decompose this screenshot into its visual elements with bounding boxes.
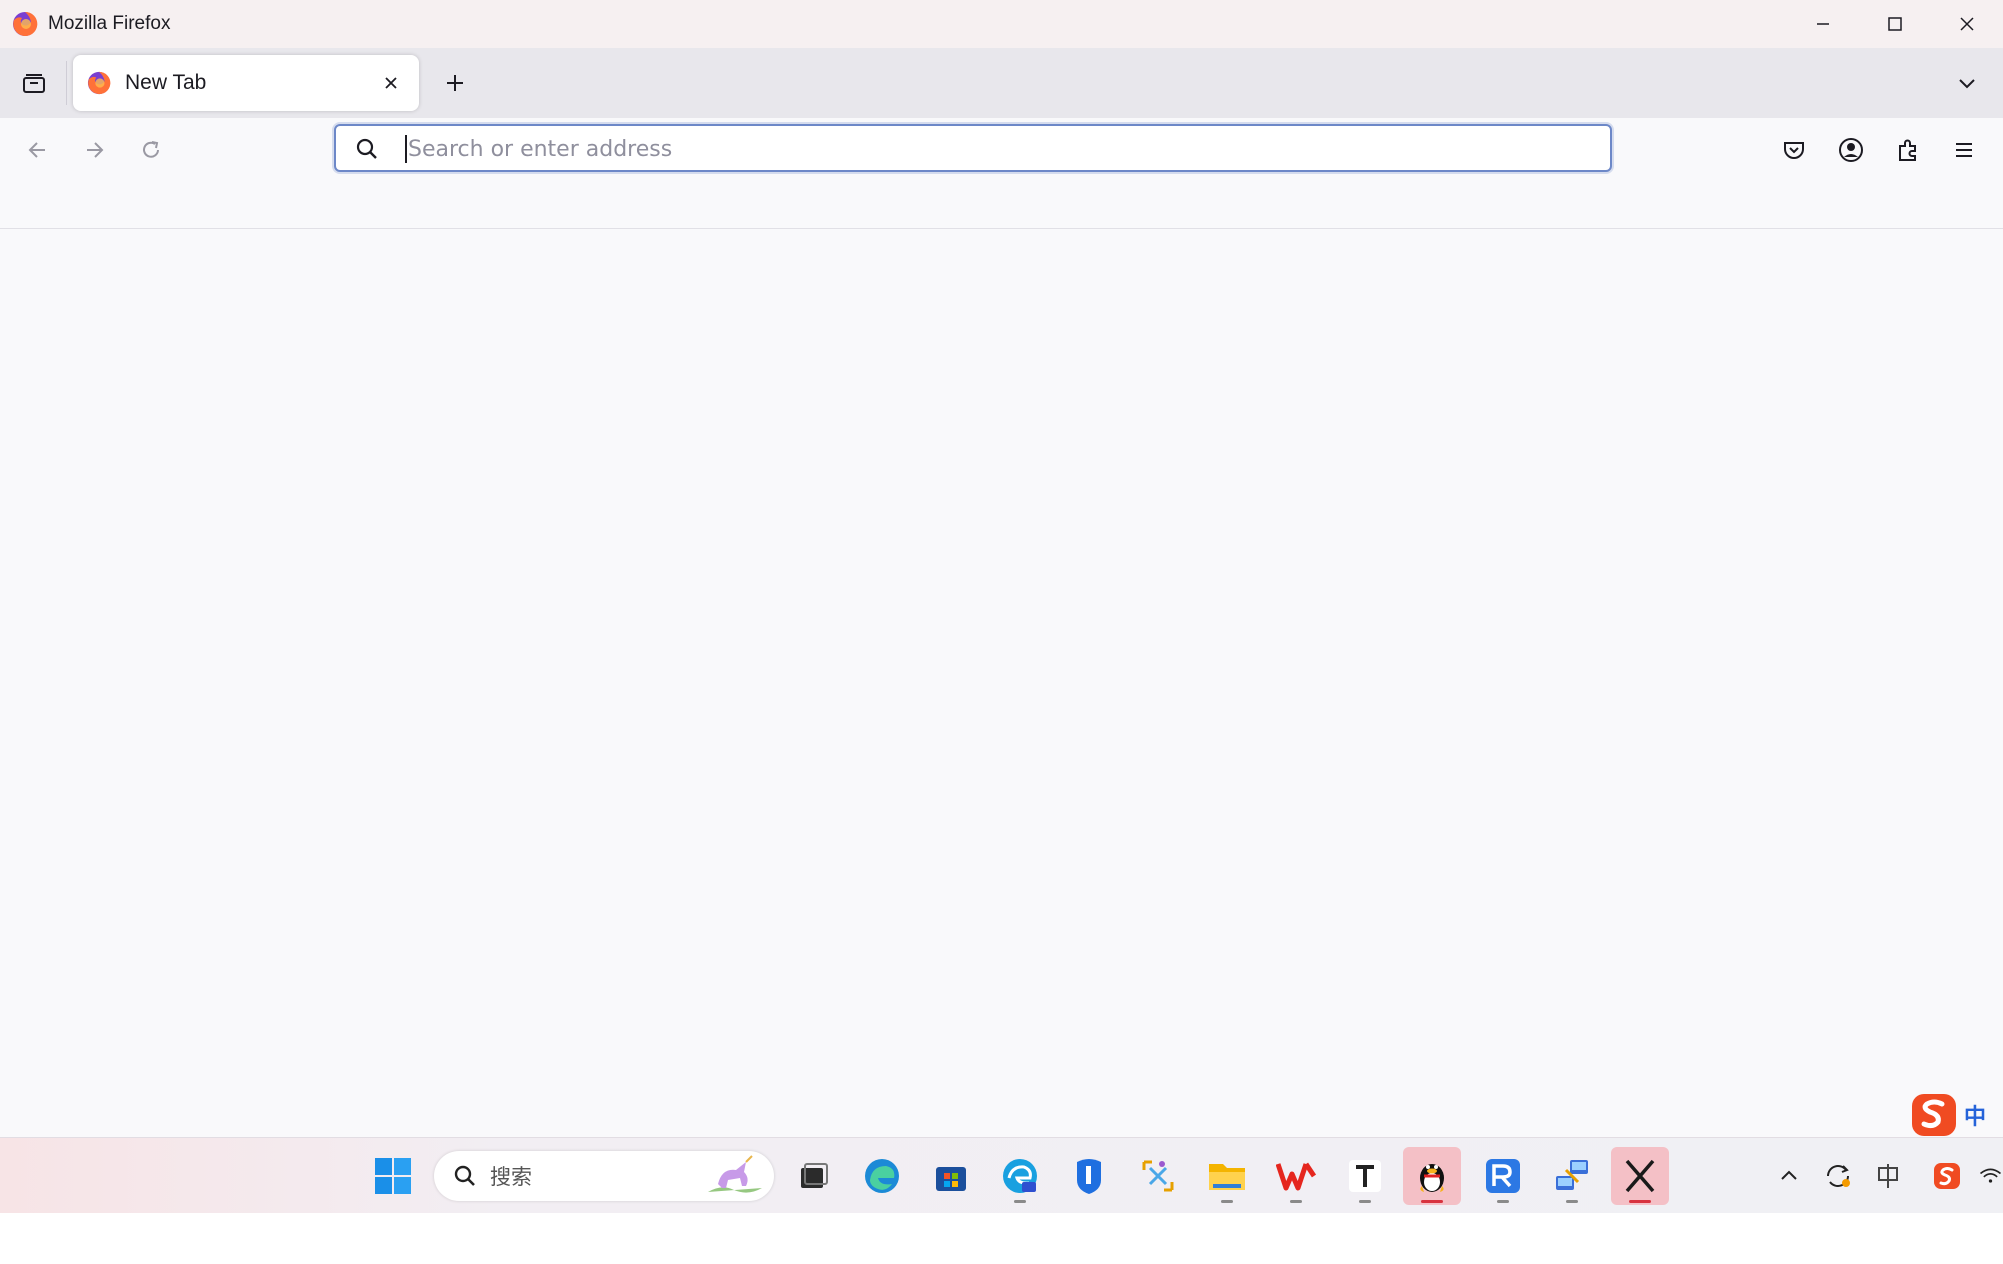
- running-indicator: [1629, 1200, 1651, 1203]
- running-indicator: [1421, 1200, 1443, 1203]
- tab-close-button[interactable]: [373, 65, 409, 101]
- search-icon: [356, 138, 377, 159]
- firefox-logo-icon: [13, 11, 38, 36]
- extensions-button[interactable]: [1886, 128, 1930, 172]
- snipping-icon: [1142, 1160, 1174, 1192]
- arrow-right-icon: [87, 142, 104, 158]
- firefox-logo-icon: [87, 71, 111, 95]
- window-title: Mozilla Firefox: [48, 13, 171, 34]
- taskbar-wps[interactable]: [1267, 1147, 1325, 1205]
- taskbar-network-tool[interactable]: [1543, 1147, 1601, 1205]
- pocket-icon: [1784, 142, 1804, 159]
- qq-penguin-icon: [1420, 1164, 1444, 1192]
- tab-label: New Tab: [125, 71, 207, 94]
- puzzle-piece-icon: [1899, 139, 1916, 161]
- edge-ai-icon: [1003, 1159, 1037, 1193]
- forward-button[interactable]: [72, 128, 116, 172]
- reload-button[interactable]: [129, 128, 173, 172]
- running-indicator: [1359, 1200, 1371, 1203]
- page-content: [0, 229, 2003, 1137]
- ime-language-label: 中: [1964, 1105, 1987, 1130]
- windows-logo-icon: [375, 1158, 411, 1194]
- arrow-left-icon: [28, 142, 45, 158]
- tray-wifi[interactable]: [1978, 1156, 2003, 1196]
- taskbar-file-explorer[interactable]: [1198, 1147, 1256, 1205]
- sogou-s-icon: [1912, 1094, 1956, 1136]
- close-icon: [1960, 17, 1974, 31]
- x-icon: [1625, 1159, 1655, 1193]
- new-tab-button[interactable]: [433, 61, 477, 105]
- running-indicator: [1290, 1200, 1302, 1203]
- list-all-tabs-button[interactable]: [1945, 61, 1989, 105]
- tray-show-hidden-button[interactable]: [1769, 1156, 1809, 1196]
- typora-icon: [1349, 1160, 1381, 1192]
- taskbar-lenovo[interactable]: [1060, 1147, 1118, 1205]
- navigation-toolbar: [0, 118, 2003, 229]
- taskbar-qq[interactable]: [1403, 1147, 1461, 1205]
- tab-separator: [66, 61, 67, 105]
- taskbar-store[interactable]: [922, 1147, 980, 1205]
- taskbar-typora[interactable]: [1336, 1147, 1394, 1205]
- running-indicator: [1497, 1200, 1509, 1203]
- minimize-button[interactable]: [1787, 0, 1859, 48]
- close-icon: [385, 77, 397, 89]
- taskbar-snipping[interactable]: [1129, 1147, 1187, 1205]
- remote-desktop-icon: [1486, 1159, 1520, 1193]
- taskbar: 搜索: [0, 1137, 2003, 1214]
- edge-icon: [865, 1159, 899, 1193]
- hamburger-menu-icon: [1956, 143, 1972, 157]
- plus-icon: [447, 75, 463, 91]
- tray-sync[interactable]: [1818, 1156, 1858, 1196]
- window-controls: [1787, 0, 2003, 48]
- text-caret: [405, 135, 407, 163]
- running-indicator: [1566, 1200, 1578, 1203]
- ime-floating-badge[interactable]: 中: [1908, 1090, 2003, 1140]
- wps-icon: [1276, 1162, 1316, 1191]
- chevron-up-icon: [1781, 1170, 1797, 1180]
- sync-icon: [1827, 1165, 1850, 1187]
- running-indicator: [1014, 1200, 1026, 1203]
- maximize-button[interactable]: [1859, 0, 1931, 48]
- taskbar-edge[interactable]: [853, 1147, 911, 1205]
- search-icon: [454, 1165, 475, 1186]
- address-bar[interactable]: [334, 124, 1612, 172]
- firefox-view-icon: [23, 74, 45, 93]
- taskbar-remote-desktop[interactable]: [1474, 1147, 1532, 1205]
- window-titlebar: Mozilla Firefox: [0, 0, 2003, 48]
- network-tool-icon: [1556, 1160, 1588, 1190]
- tray-sogou[interactable]: [1927, 1156, 1967, 1196]
- back-button[interactable]: [16, 128, 60, 172]
- wifi-icon: [1979, 1168, 2002, 1183]
- running-indicator: [1221, 1200, 1233, 1203]
- account-button[interactable]: [1829, 128, 1873, 172]
- tab-strip: New Tab: [0, 48, 2003, 118]
- account-icon: [1839, 138, 1863, 162]
- store-icon: [936, 1167, 966, 1191]
- taskbar-search-placeholder: 搜索: [490, 1165, 532, 1189]
- taskbar-x-app[interactable]: [1611, 1147, 1669, 1205]
- tab-new-tab[interactable]: New Tab: [73, 55, 419, 111]
- firefox-view-button[interactable]: [12, 61, 56, 105]
- sogou-s-icon: [1934, 1163, 1960, 1189]
- taskbar-edge-ai[interactable]: [991, 1147, 1049, 1205]
- reload-icon: [143, 141, 159, 158]
- taskbar-search[interactable]: 搜索: [434, 1151, 774, 1201]
- pocket-button[interactable]: [1772, 128, 1816, 172]
- screen-bottom-area: [0, 1213, 2003, 1264]
- lenovo-icon: [1077, 1159, 1101, 1194]
- address-input[interactable]: [406, 132, 1590, 166]
- close-window-button[interactable]: [1931, 0, 2003, 48]
- app-menu-button[interactable]: [1942, 128, 1986, 172]
- maximize-icon: [1888, 17, 1902, 31]
- taskbar-task-view[interactable]: [784, 1147, 842, 1205]
- start-button[interactable]: [364, 1147, 422, 1205]
- tray-ime[interactable]: [1868, 1156, 1908, 1196]
- folder-icon: [1209, 1164, 1245, 1190]
- minimize-icon: [1817, 23, 1829, 25]
- ime-icon: [1878, 1164, 1898, 1188]
- task-view-icon: [801, 1163, 828, 1188]
- unicorn-illustration-icon: [708, 1155, 762, 1193]
- chevron-down-icon: [1959, 79, 1975, 89]
